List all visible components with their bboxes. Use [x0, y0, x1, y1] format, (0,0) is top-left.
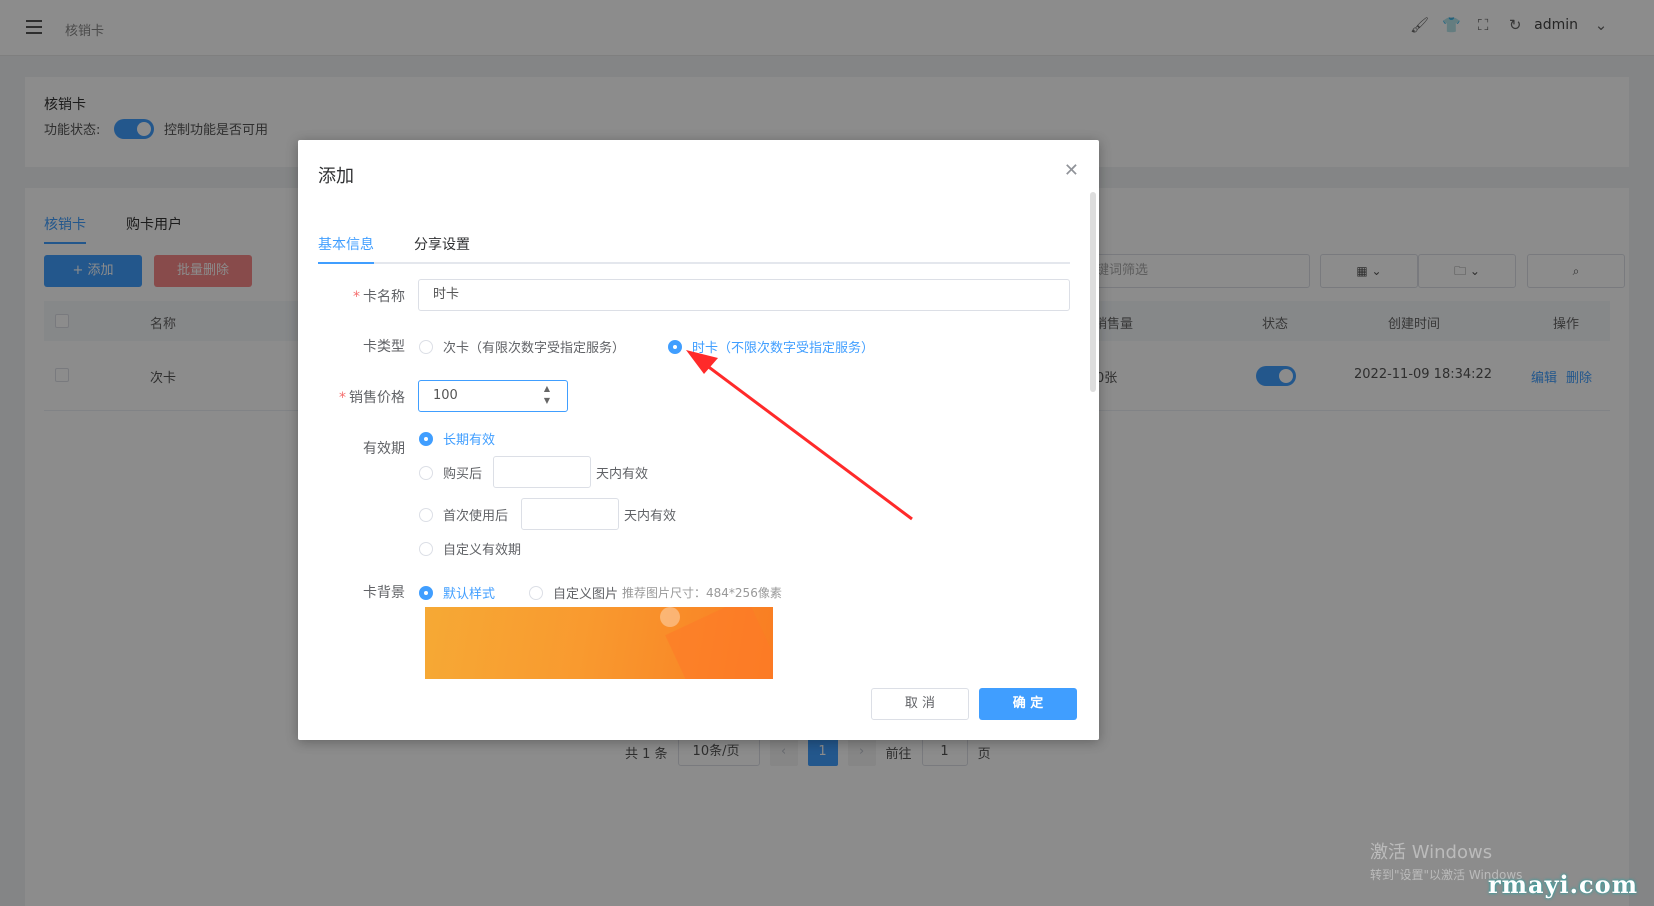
arrow-shaft	[701, 360, 913, 521]
brand-watermark: rmayi.com	[1488, 870, 1639, 899]
annotation-arrow	[686, 350, 913, 521]
